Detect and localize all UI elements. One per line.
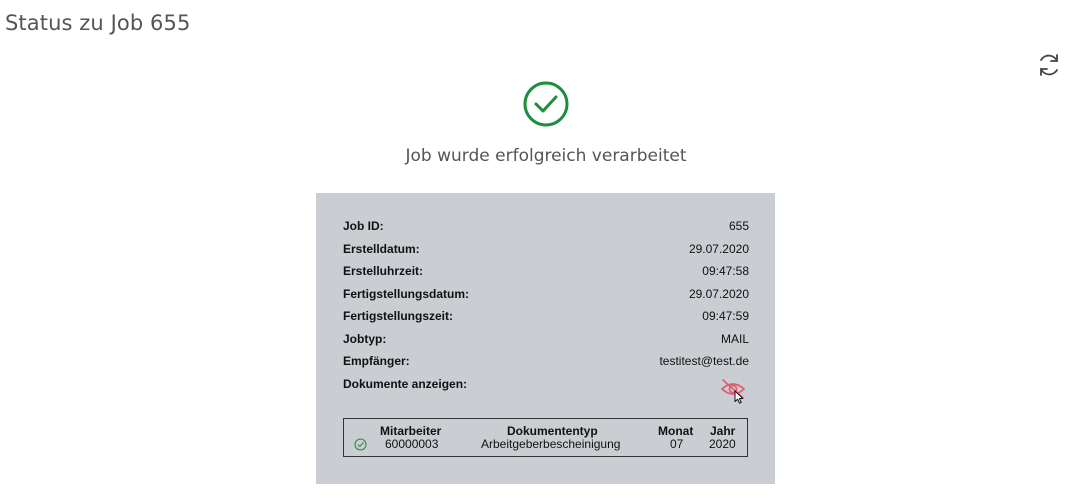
eye-slash-icon[interactable] <box>718 378 748 404</box>
page-title: Status zu Job 655 <box>5 11 191 35</box>
detail-label: Fertigstellungszeit: <box>343 309 454 323</box>
detail-row-jobtyp: Jobtyp: MAIL <box>343 328 749 350</box>
column-header-dokumententyp: Dokumententyp <box>507 424 598 438</box>
detail-label: Job ID: <box>343 219 384 233</box>
check-circle-icon <box>523 81 569 127</box>
detail-row-empfaenger: Empfänger: testitest@test.de <box>343 350 749 372</box>
column-header-monat: Monat <box>658 424 694 438</box>
cell-monat: 07 <box>670 437 684 451</box>
detail-value: testitest@test.de <box>659 354 749 368</box>
detail-value: 29.07.2020 <box>688 241 749 256</box>
detail-label: Erstelluhrzeit: <box>343 264 424 278</box>
detail-row-erstelldatum: Erstelldatum: 29.07.2020 <box>343 238 749 260</box>
refresh-icon[interactable] <box>1035 51 1063 79</box>
detail-value: 09:47:58 <box>702 264 749 278</box>
detail-label: Empfänger: <box>343 354 410 368</box>
documents-table: Mitarbeiter Dokumententyp Monat Jahr 600… <box>343 418 748 457</box>
detail-value: 655 <box>728 219 749 233</box>
detail-row-job-id: Job ID: 655 <box>343 215 749 237</box>
detail-label: Fertigstellungsdatum: <box>343 286 470 301</box>
column-header-mitarbeiter: Mitarbeiter <box>380 424 442 438</box>
detail-label: Dokumente anzeigen: <box>343 376 468 391</box>
detail-value: 09:47:59 <box>702 309 749 323</box>
detail-row-fertigstellungszeit: Fertigstellungszeit: 09:47:59 <box>343 305 749 327</box>
column-header-jahr: Jahr <box>710 424 736 438</box>
detail-row-erstelluhrzeit: Erstelluhrzeit: 09:47:58 <box>343 260 749 282</box>
detail-value: 29.07.2020 <box>688 286 749 301</box>
status-message: Job wurde erfolgreich verarbeitet <box>405 146 687 166</box>
detail-value: MAIL <box>720 331 749 346</box>
detail-label: Jobtyp: <box>343 331 387 346</box>
detail-row-fertigstellungsdatum: Fertigstellungsdatum: 29.07.2020 <box>343 283 749 305</box>
cell-dokumententyp: Arbeitgeberbescheinigung <box>481 437 621 451</box>
check-circle-icon <box>354 438 367 451</box>
detail-label: Erstelldatum: <box>343 241 420 256</box>
job-details-panel: Job ID: 655 Erstelldatum: 29.07.2020 Ers… <box>316 193 775 484</box>
detail-row-dokumente-anzeigen: Dokumente anzeigen: <box>343 373 749 395</box>
cell-jahr: 2020 <box>709 437 736 451</box>
cell-mitarbeiter: 60000003 <box>385 437 439 451</box>
